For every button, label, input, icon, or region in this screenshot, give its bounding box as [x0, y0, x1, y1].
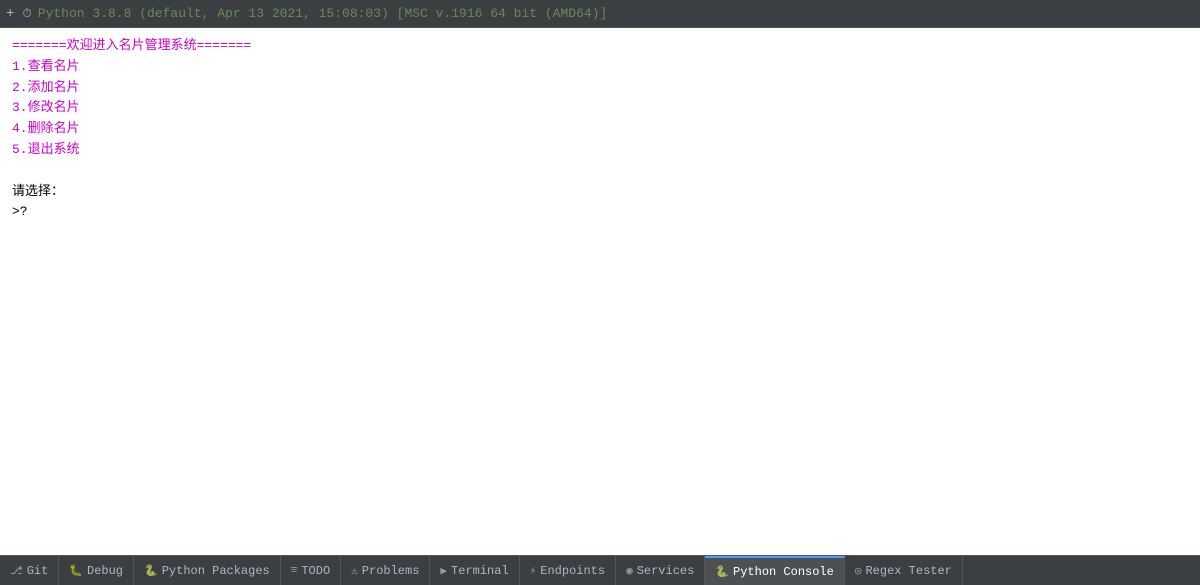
console-line: =======欢迎进入名片管理系统======= — [12, 36, 1188, 57]
console-line: 4.删除名片 — [12, 119, 1188, 140]
terminal-label: Terminal — [451, 564, 509, 578]
add-console-button[interactable]: + — [6, 6, 14, 22]
python-version-text: Python 3.8.8 (default, Apr 13 2021, 15:0… — [38, 6, 608, 21]
tab-python-console[interactable]: 🐍 Python Console — [705, 556, 845, 585]
console-line: 请选择： — [12, 182, 1188, 203]
services-icon: ◉ — [626, 564, 633, 578]
regex-tester-icon: ◎ — [855, 564, 862, 578]
console-output: =======欢迎进入名片管理系统=======1.查看名片2.添加名片3.修改… — [0, 28, 1200, 555]
bottom-tab-bar: ⎇ Git 🐛 Debug 🐍 Python Packages ≡TODO ⚠ Problems… — [0, 555, 1200, 585]
terminal-icon: ▶ — [440, 564, 447, 578]
console-line: 1.查看名片 — [12, 57, 1188, 78]
tab-terminal[interactable]: ▶ Terminal — [430, 556, 519, 585]
endpoints-label: Endpoints — [540, 564, 605, 578]
tab-regex-tester[interactable]: ◎Regex Tester — [845, 556, 963, 585]
python-packages-label: Python Packages — [162, 564, 270, 578]
python-console-icon: 🐍 — [715, 565, 729, 579]
todo-icon: ≡ — [291, 565, 298, 577]
console-line: 5.退出系统 — [12, 140, 1188, 161]
console-line: 3.修改名片 — [12, 98, 1188, 119]
todo-label: TODO — [301, 564, 330, 578]
tab-debug[interactable]: 🐛 Debug — [59, 556, 134, 585]
tab-python-packages[interactable]: 🐍 Python Packages — [134, 556, 281, 585]
tab-git[interactable]: ⎇ Git — [0, 556, 59, 585]
tab-problems[interactable]: ⚠ Problems — [341, 556, 430, 585]
clock-icon: ⏱ — [22, 7, 31, 21]
tab-todo[interactable]: ≡TODO — [281, 556, 341, 585]
debug-icon: 🐛 — [69, 564, 83, 578]
console-line — [12, 161, 1188, 182]
services-label: Services — [637, 564, 695, 578]
debug-label: Debug — [87, 564, 123, 578]
problems-icon: ⚠ — [351, 564, 358, 578]
top-bar: + ⏱ Python 3.8.8 (default, Apr 13 2021, … — [0, 0, 1200, 28]
regex-tester-label: Regex Tester — [865, 564, 951, 578]
problems-label: Problems — [362, 564, 420, 578]
tab-endpoints[interactable]: ⚡Endpoints — [520, 556, 616, 585]
console-line: >? — [12, 202, 1188, 223]
python-packages-icon: 🐍 — [144, 564, 158, 578]
git-icon: ⎇ — [10, 564, 23, 578]
endpoints-icon: ⚡ — [530, 564, 537, 578]
console-line: 2.添加名片 — [12, 78, 1188, 99]
tab-services[interactable]: ◉ Services — [616, 556, 705, 585]
python-console-label: Python Console — [733, 565, 834, 579]
git-label: Git — [27, 564, 49, 578]
